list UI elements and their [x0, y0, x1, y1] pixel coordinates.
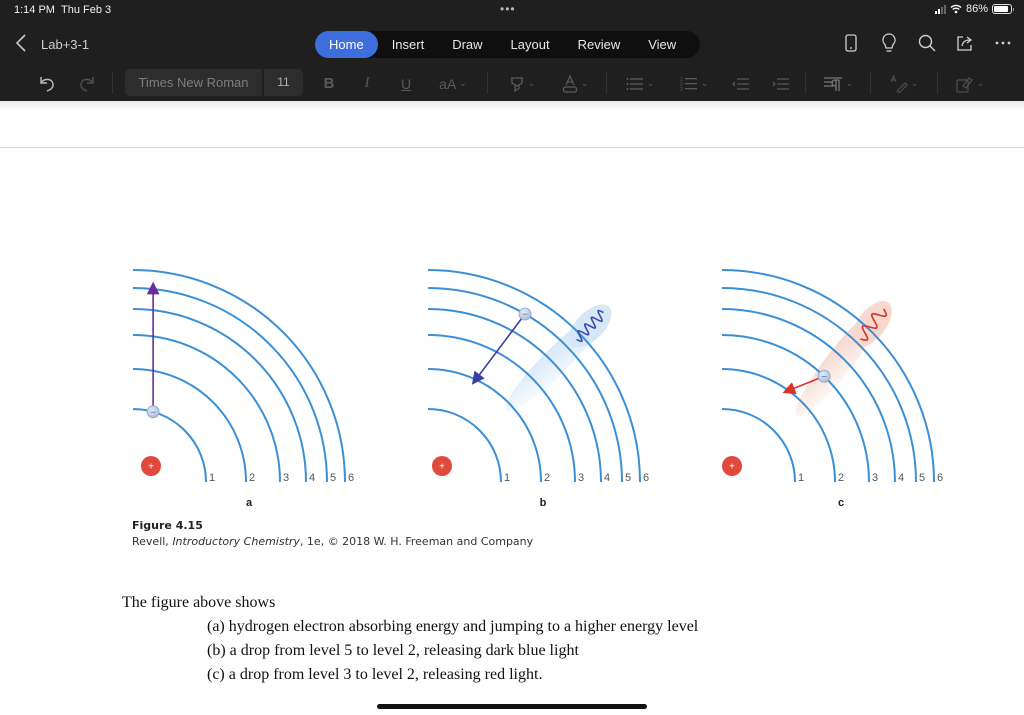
orbit-label-4: 4	[898, 472, 904, 484]
panel-label-b: b	[540, 497, 547, 509]
orbit-label-6: 6	[937, 472, 943, 484]
body-item-b: (b) a drop from level 5 to level 2, rele…	[207, 642, 579, 659]
orbit-label-4: 4	[309, 472, 315, 484]
orbit-label-4: 4	[604, 472, 610, 484]
electron-charge: −	[821, 372, 827, 383]
figure-caption-title: Figure 4.15	[132, 519, 203, 532]
orbit-label-5: 5	[625, 472, 631, 484]
orbit-label-2: 2	[249, 472, 255, 484]
electron-charge: −	[522, 309, 528, 320]
orbit-label-5: 5	[330, 472, 336, 484]
panel-label-a: a	[246, 497, 253, 509]
panel-label-c: c	[838, 497, 844, 509]
panel-a: 1 2 3 4 5 6 − + a	[132, 269, 354, 509]
orbit-label-5: 5	[919, 472, 925, 484]
panel-c: 1 2 3 4 5 6 − + c	[721, 269, 943, 509]
orbit-label-1: 1	[798, 472, 804, 484]
orbit-label-6: 6	[643, 472, 649, 484]
panel-b: 1 2 3 4 5 6 − + b	[427, 269, 649, 509]
orbit-label-1: 1	[209, 472, 215, 484]
orbit-label-1: 1	[504, 472, 510, 484]
orbit-5	[132, 287, 328, 483]
caption-rest: , 1e, © 2018 W. H. Freeman and Company	[299, 535, 534, 548]
caption-book-title: Introductory Chemistry	[172, 535, 300, 548]
nucleus-charge: +	[729, 462, 735, 473]
body-item-c: (c) a drop from level 3 to level 2, rele…	[207, 666, 543, 683]
caption-author: Revell,	[132, 535, 173, 548]
orbit-label-3: 3	[283, 472, 289, 484]
orbit-label-3: 3	[578, 472, 584, 484]
word-app: 1:14 PM Thu Feb 3 ••• 86% Lab+3-1 Home I…	[0, 0, 1024, 715]
body-item-a: (a) hydrogen electron absorbing energy a…	[207, 618, 699, 635]
electron-charge: −	[150, 407, 156, 418]
body-intro: The figure above shows	[122, 594, 276, 611]
orbit-label-2: 2	[544, 472, 550, 484]
orbit-4	[132, 308, 307, 483]
figure-caption-credit: Revell, Introductory Chemistry, 1e, © 20…	[132, 535, 533, 548]
orbit-6	[132, 269, 346, 483]
orbit-label-6: 6	[348, 472, 354, 484]
orbit-label-2: 2	[838, 472, 844, 484]
orbit-label-3: 3	[872, 472, 878, 484]
home-indicator[interactable]	[377, 704, 647, 709]
nucleus-charge: +	[439, 462, 445, 473]
nucleus-charge: +	[148, 462, 154, 473]
figure-panels: 1 2 3 4 5 6−+a1 2 3 4 5 6−+b1 2 3 4 5 6−+c	[132, 269, 943, 509]
